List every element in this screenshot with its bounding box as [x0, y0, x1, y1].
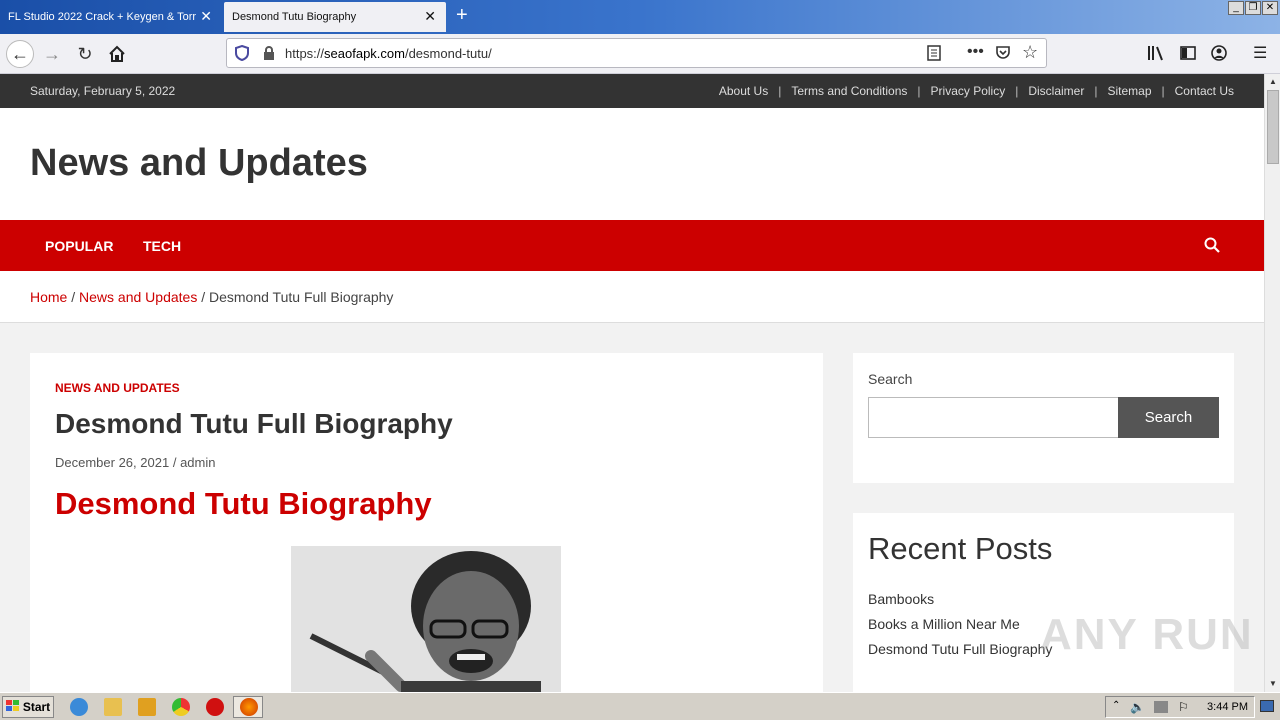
- breadcrumb: Home / News and Updates / Desmond Tutu F…: [0, 271, 1264, 323]
- tab-fl-studio[interactable]: FL Studio 2022 Crack + Keygen & Torr ✕: [0, 2, 222, 32]
- firefox-icon: [240, 698, 258, 716]
- home-icon[interactable]: [103, 40, 131, 68]
- recent-post-link[interactable]: Books a Million Near Me: [868, 616, 1020, 632]
- ie-icon[interactable]: [70, 698, 88, 716]
- page-scrollbar[interactable]: ▲ ▼: [1264, 74, 1280, 692]
- browser-toolbar: ← → ↻ https://seaofapk.com/desmond-tutu/…: [0, 34, 1280, 74]
- system-tray: ⌃ 🔈 ⚐ 3:44 PM: [1105, 696, 1255, 718]
- volume-icon[interactable]: 🔈: [1130, 700, 1145, 714]
- tab-title: Desmond Tutu Biography: [232, 11, 357, 23]
- page-actions-icon[interactable]: •••: [967, 43, 984, 61]
- article-title: Desmond Tutu Full Biography: [55, 408, 453, 439]
- separator: |: [917, 84, 921, 98]
- reload-icon[interactable]: ↻: [71, 40, 99, 68]
- pocket-icon[interactable]: [995, 44, 1011, 65]
- main-nav: POPULAR TECH: [0, 220, 1264, 271]
- link-sitemap[interactable]: Sitemap: [1107, 84, 1151, 98]
- breadcrumb-sep: /: [71, 289, 76, 305]
- bookmark-star-icon[interactable]: ☆: [1022, 42, 1038, 63]
- recent-posts-title: Recent Posts: [868, 531, 1053, 566]
- scroll-down-icon[interactable]: ▼: [1267, 678, 1279, 690]
- chrome-icon[interactable]: [172, 698, 190, 716]
- article-card: NEWS AND UPDATES Desmond Tutu Full Biogr…: [30, 353, 823, 692]
- back-icon[interactable]: ←: [6, 40, 34, 68]
- tab-strip: FL Studio 2022 Crack + Keygen & Torr ✕ D…: [0, 0, 1280, 34]
- meta-sep: /: [172, 455, 177, 470]
- search-icon[interactable]: [1204, 237, 1220, 258]
- address-bar[interactable]: https://seaofapk.com/desmond-tutu/ ••• ☆: [226, 38, 1047, 68]
- breadcrumb-current: Desmond Tutu Full Biography: [209, 289, 394, 305]
- search-button[interactable]: Search: [1118, 397, 1219, 438]
- article-date[interactable]: December 26, 2021: [55, 455, 169, 470]
- forward-icon[interactable]: →: [38, 40, 66, 68]
- site-header: News and Updates: [0, 108, 1264, 220]
- library-icon[interactable]: [1147, 45, 1165, 66]
- close-tab-icon[interactable]: ✕: [424, 9, 436, 23]
- explorer-icon[interactable]: [104, 698, 122, 716]
- firefox-taskbar-button[interactable]: [233, 696, 263, 718]
- tab-desmond-tutu[interactable]: Desmond Tutu Biography ✕: [224, 2, 446, 32]
- media-player-icon[interactable]: [138, 698, 156, 716]
- article-heading: Desmond Tutu Biography: [55, 486, 432, 521]
- lock-icon[interactable]: [263, 46, 275, 65]
- site-title[interactable]: News and Updates: [30, 142, 368, 185]
- article-author[interactable]: admin: [180, 455, 215, 470]
- clock[interactable]: 3:44 PM: [1207, 701, 1248, 713]
- sidebar-icon[interactable]: [1180, 46, 1196, 65]
- url-text: https://seaofapk.com/desmond-tutu/: [285, 46, 492, 61]
- network-icon[interactable]: [1154, 701, 1168, 713]
- anyrun-watermark: ANY RUN: [1040, 610, 1254, 659]
- close-window-icon[interactable]: ✕: [1262, 1, 1278, 15]
- link-contact-us[interactable]: Contact Us: [1175, 84, 1234, 98]
- tab-title: FL Studio 2022 Crack + Keygen & Torr: [8, 11, 196, 23]
- menu-icon[interactable]: ☰: [1253, 43, 1267, 63]
- minimize-icon[interactable]: _: [1228, 1, 1244, 15]
- separator: |: [1094, 84, 1098, 98]
- portrait-photo: [291, 546, 561, 692]
- breadcrumb-section[interactable]: News and Updates: [79, 289, 197, 305]
- top-links: About Us | Terms and Conditions | Privacy …: [719, 84, 1234, 98]
- top-bar: Saturday, February 5, 2022 About Us | Ter…: [0, 74, 1264, 108]
- recent-posts-widget: Recent Posts Bambooks Books a Million Ne…: [853, 513, 1234, 692]
- new-tab-icon[interactable]: +: [456, 5, 468, 25]
- search-input[interactable]: [868, 397, 1119, 438]
- reader-view-icon[interactable]: [927, 45, 941, 66]
- breadcrumb-home[interactable]: Home: [30, 289, 67, 305]
- nav-tech[interactable]: TECH: [143, 238, 181, 254]
- article-category[interactable]: NEWS AND UPDATES: [55, 381, 180, 395]
- windows-logo-icon: [5, 699, 20, 715]
- separator: |: [1015, 84, 1019, 98]
- search-widget: Search Search: [853, 353, 1234, 483]
- link-about-us[interactable]: About Us: [719, 84, 768, 98]
- tray-expand-icon[interactable]: ⌃: [1112, 700, 1120, 711]
- start-button[interactable]: Start: [2, 696, 54, 718]
- flag-icon[interactable]: ⚐: [1178, 700, 1189, 714]
- article-meta: December 26, 2021 / admin: [55, 455, 215, 470]
- search-label: Search: [868, 371, 913, 387]
- breadcrumb-sep: /: [201, 289, 206, 305]
- shield-icon[interactable]: [235, 44, 249, 66]
- web-page: Saturday, February 5, 2022 About Us | Ter…: [0, 74, 1264, 692]
- recent-post-link[interactable]: Bambooks: [868, 591, 934, 607]
- show-desktop-icon[interactable]: [1260, 700, 1274, 712]
- close-tab-icon[interactable]: ✕: [200, 9, 212, 23]
- separator: |: [1161, 84, 1165, 98]
- separator: |: [778, 84, 782, 98]
- link-privacy-policy[interactable]: Privacy Policy: [931, 84, 1006, 98]
- scroll-up-icon[interactable]: ▲: [1267, 76, 1279, 88]
- opera-icon[interactable]: [206, 698, 224, 716]
- nav-popular[interactable]: POPULAR: [45, 238, 113, 254]
- link-terms[interactable]: Terms and Conditions: [791, 84, 907, 98]
- windows-taskbar: Start ⌃ 🔈 ⚐ 3:44 PM: [0, 692, 1280, 720]
- scroll-thumb[interactable]: [1267, 90, 1279, 164]
- account-icon[interactable]: [1211, 45, 1227, 66]
- link-disclaimer[interactable]: Disclaimer: [1028, 84, 1084, 98]
- start-label: Start: [22, 700, 51, 714]
- current-date: Saturday, February 5, 2022: [30, 84, 176, 98]
- restore-icon[interactable]: ❐: [1245, 1, 1261, 15]
- recent-post-link[interactable]: Desmond Tutu Full Biography: [868, 641, 1052, 657]
